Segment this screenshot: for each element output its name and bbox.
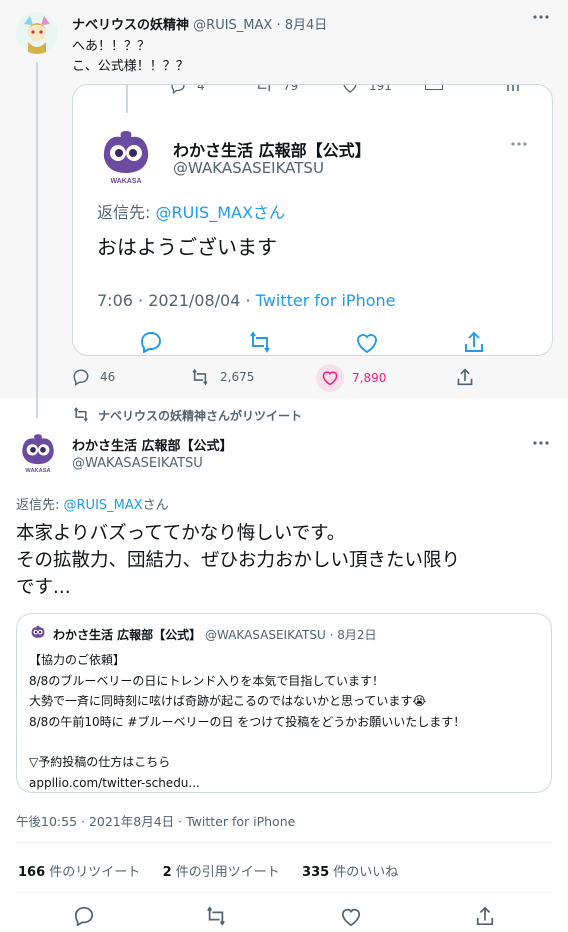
reply-to-prefix: 返信先: (97, 203, 156, 222)
quote-text-line: 【協力のご依頼】 (29, 653, 126, 667)
like-button[interactable]: 7,890 (316, 364, 386, 392)
avatar[interactable]: WAKASA (95, 125, 157, 187)
like-icon[interactable] (340, 907, 362, 927)
retweet-button[interactable]: 2,675 (190, 368, 254, 386)
quoted-thread-line (126, 85, 128, 113)
tweet-text-line: 本家よりバズっててかなり悔しいです。 (16, 523, 346, 544)
tweet-date[interactable]: 8月4日 (285, 18, 328, 33)
tweet-text-line: です... (16, 577, 71, 598)
reply-text: へあ！！？？ こ、公式様！！？？ (72, 37, 189, 77)
tweet-text: 本家よりバズっててかなり悔しいです。 その拡散力、団結力、ぜひお力おかしい頂きた… (16, 520, 460, 601)
reply-to-handle[interactable]: @RUIS_MAX (64, 498, 143, 513)
cutoff-count: 191 (369, 84, 392, 93)
embedded-screenshot-card[interactable]: 4 79 191 WAKASA わかさ生活 広報部【公式】 @WAKASASEI… (72, 84, 553, 356)
retweet-banner[interactable]: ナベリウスの妖精神さんがリツイート (98, 407, 302, 424)
wakasa-logo-text: WAKASA (25, 468, 50, 474)
reply-icon[interactable] (73, 906, 95, 926)
quote-text: 【協力のご依頼】 8/8のブルーベリーの日にトレンド入りを本気で目指しています！… (29, 650, 465, 793)
like-count: 7,890 (352, 371, 387, 385)
quote-blank-line (29, 732, 465, 752)
retweet-icon (192, 368, 208, 386)
engagement-stats: 166 件のリツイート 2 件の引用ツイート 335 件のいいね (18, 861, 398, 880)
more-icon[interactable] (532, 14, 550, 20)
reply-text-line: こ、公式様！！？？ (72, 59, 189, 74)
share-icon (463, 330, 485, 354)
divider (16, 842, 552, 843)
like-icon (316, 364, 344, 392)
cutoff-count: 79 (283, 84, 299, 93)
author-handle[interactable]: @WAKASASEIKATSU (173, 159, 324, 177)
cutoff-stats-icon (505, 85, 521, 91)
stat-label: 件のいいね (329, 865, 399, 880)
reply-to-prefix: 返信先: (16, 498, 64, 513)
author-handle[interactable]: @WAKASASEIKATSU (72, 456, 203, 471)
share-icon[interactable] (456, 367, 474, 387)
stat-label: 件の引用ツイート (171, 865, 280, 880)
quoted-text: おはようございます (97, 235, 277, 259)
author-handle[interactable]: @WAKASASEIKATSU (205, 628, 326, 642)
quote-text-line: 8/8の午前10時に #ブルーベリーの日 をつけて投稿をどうかお願いいたします！ (29, 714, 466, 729)
quoted-source[interactable]: Twitter for iPhone (256, 291, 396, 310)
quoted-time: 7:06 · 2021/08/04 · (97, 291, 256, 310)
reply-header: ナベリウスの妖精神 @RUIS_MAX · 8月4日 (72, 14, 327, 33)
retweet-stat[interactable]: 166 件のリツイート (18, 865, 140, 880)
like-stat[interactable]: 335 件のいいね (302, 865, 398, 880)
quote-stat[interactable]: 2 件の引用ツイート (163, 865, 280, 880)
reply-button[interactable]: 46 (72, 368, 115, 386)
retweet-count: 2,675 (220, 370, 255, 384)
cutoff-retweet-action: 79 (255, 84, 299, 95)
tweet-date[interactable]: 8月2日 (337, 628, 376, 642)
stat-number: 166 (18, 865, 46, 880)
author-name[interactable]: わかさ生活 広報部【公式】 (72, 435, 233, 454)
reply-count: 46 (100, 370, 116, 384)
author-name[interactable]: ナベリウスの妖精神 (72, 18, 189, 33)
tweet-timestamp[interactable]: 午後10:55 · 2021年8月4日 · Twitter for iPhone (16, 811, 295, 830)
stat-label: 件のリツイート (45, 865, 141, 880)
quote-text-line: 8/8のブルーベリーの日にトレンド入りを本気で目指しています！ (29, 673, 384, 688)
tweet-text-line: その拡散力、団結力、ぜひお力おかしい頂きたい限り (16, 550, 461, 571)
divider (16, 892, 552, 893)
reply-to: 返信先: @RUIS_MAXさん (97, 199, 285, 223)
author-name[interactable]: わかさ生活 広報部【公式】 (173, 137, 371, 161)
reply-to-suffix: さん (142, 498, 169, 513)
cutoff-count: 4 (197, 84, 205, 93)
author-name[interactable]: わかさ生活 広報部【公式】 (53, 628, 201, 642)
cutoff-reply-action: 4 (169, 84, 205, 95)
share-icon[interactable] (475, 905, 495, 927)
author-handle[interactable]: @RUIS_MAX (193, 18, 272, 33)
avatar[interactable] (29, 624, 47, 642)
avatar[interactable]: WAKASA (16, 430, 60, 474)
cutoff-actions-row: 4 79 191 (73, 84, 552, 95)
quote-text-line: ▽予約投稿の仕方はこちら (29, 755, 171, 769)
reply-to-suffix: さん (252, 203, 285, 222)
reply-icon (73, 369, 89, 386)
like-icon (355, 332, 379, 354)
more-icon[interactable] (532, 440, 550, 446)
wakasa-logo-text: WAKASA (110, 178, 141, 185)
quote-header: わかさ生活 広報部【公式】 @WAKASASEIKATSU · 8月2日 (53, 626, 377, 643)
retweet-icon (247, 331, 273, 353)
quote-text-line: 大勢で一斉に同時刻に呟けば奇跡が起こるのではないかと思っています😭 (29, 694, 427, 708)
stat-number: 335 (302, 865, 330, 880)
quote-tweet-card[interactable]: わかさ生活 広報部【公式】 @WAKASASEIKATSU · 8月2日 【協力… (16, 613, 552, 793)
avatar[interactable] (16, 12, 58, 54)
thread-line (36, 62, 38, 418)
dot-separator: · (272, 18, 285, 33)
quote-link[interactable]: appllio.com/twitter-schedu... (29, 773, 465, 794)
retweet-icon (72, 407, 90, 422)
stat-number: 2 (162, 865, 172, 880)
dot-separator: · (325, 628, 338, 642)
cutoff-like-action: 191 (341, 84, 392, 95)
reply-text-line: へあ！！？？ (72, 39, 151, 54)
cutoff-share-icon (425, 85, 443, 90)
reply-to: 返信先: @RUIS_MAXさん (16, 494, 169, 513)
reply-to-handle[interactable]: @RUIS_MAX (155, 203, 252, 222)
reply-icon (139, 331, 163, 353)
more-icon[interactable] (510, 141, 528, 147)
retweet-icon[interactable] (204, 906, 228, 926)
quoted-timestamp: 7:06 · 2021/08/04 · Twitter for iPhone (97, 291, 395, 310)
